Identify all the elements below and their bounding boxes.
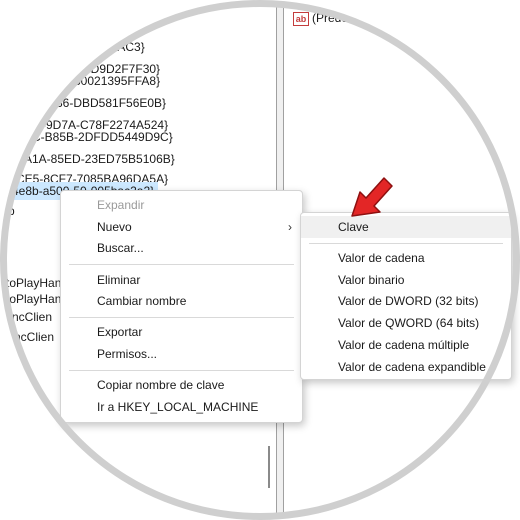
value-name: (Prede	[312, 11, 349, 25]
menu-item-buscar[interactable]: Buscar...	[61, 237, 302, 259]
tree-node[interactable]: toPlayHan	[6, 290, 61, 308]
tree-node[interactable]: -80021395FFA8}	[70, 72, 160, 90]
menu-item-expandir: Expandir	[97, 198, 145, 212]
menu-separator	[69, 264, 294, 265]
menu-item-label: Nuevo	[97, 220, 132, 234]
menu-item-copiar-nombre[interactable]: Copiar nombre de clave	[61, 374, 302, 396]
submenu-item-clave[interactable]: Clave	[301, 216, 511, 238]
menu-separator	[309, 243, 503, 244]
submenu-item-valor-cadena-multiple[interactable]: Valor de cadena múltiple	[301, 334, 511, 356]
screenshot-stage: 0E1EAC3} 5D9D2F7F30} -80021395FFA8} 36-D…	[0, 0, 520, 520]
tree-node[interactable]: yncClien	[8, 328, 54, 346]
tree-node[interactable]: A1A-85ED-23ED75B5106B}	[24, 150, 175, 168]
scrollbar-thumb[interactable]	[268, 446, 270, 488]
submenu-item-valor-binario[interactable]: Valor binario	[301, 269, 511, 291]
menu-item-exportar[interactable]: Exportar	[61, 321, 302, 343]
tree-node[interactable]: yncClien	[6, 308, 52, 326]
tree-node[interactable]: C-B85B-2DFDD5449D9C}	[32, 128, 173, 146]
context-menu: Expandir Nuevo › Buscar... Eliminar Camb…	[60, 190, 303, 423]
menu-item-cambiar-nombre[interactable]: Cambiar nombre	[61, 290, 302, 312]
menu-item-nuevo[interactable]: Nuevo ›	[61, 216, 302, 238]
nuevo-submenu: Clave Valor de cadena Valor binario Valo…	[300, 212, 512, 380]
menu-separator	[69, 370, 294, 371]
chevron-right-icon: ›	[288, 220, 292, 234]
red-arrow-icon	[351, 177, 393, 217]
menu-item-eliminar[interactable]: Eliminar	[61, 269, 302, 291]
tree-node[interactable]: p	[8, 202, 15, 220]
submenu-item-valor-cadena-expandible[interactable]: Valor de cadena expandible	[301, 356, 511, 378]
submenu-item-valor-dword[interactable]: Valor de DWORD (32 bits)	[301, 290, 511, 312]
tree-node[interactable]: 0E1EAC3}	[88, 38, 145, 56]
menu-separator	[69, 317, 294, 318]
submenu-item-valor-cadena[interactable]: Valor de cadena	[301, 247, 511, 269]
string-value-icon: ab	[293, 11, 309, 26]
menu-item-permisos[interactable]: Permisos...	[61, 343, 302, 365]
tree-node[interactable]: 36-DBD581F56E0B}	[56, 94, 166, 112]
submenu-item-valor-qword[interactable]: Valor de QWORD (64 bits)	[301, 312, 511, 334]
value-row-default[interactable]: ab (Prede	[293, 9, 348, 27]
menu-item-ir-a-hklm[interactable]: Ir a HKEY_LOCAL_MACHINE	[61, 396, 302, 418]
